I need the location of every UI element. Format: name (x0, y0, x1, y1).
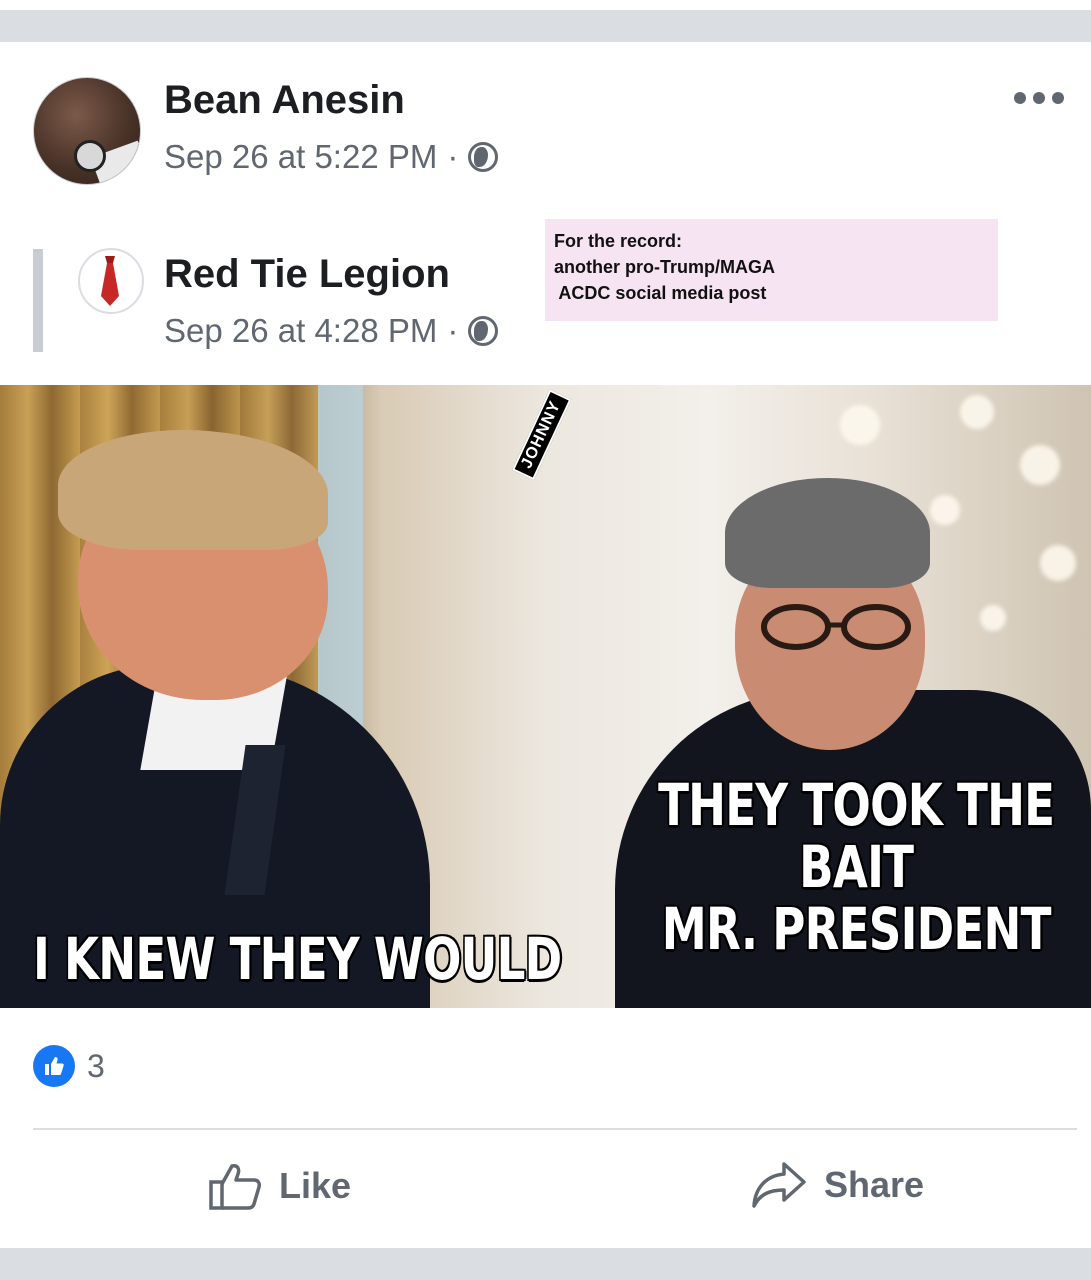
like-label: Like (279, 1165, 352, 1206)
globe-icon (468, 142, 499, 172)
reaction-count: 3 (87, 1047, 105, 1084)
annotation-line-1: For the record: (554, 231, 683, 251)
thumbs-up-icon (209, 1164, 261, 1210)
more-options-icon[interactable] (1014, 86, 1064, 110)
meme-caption-right-line-1: THEY TOOK THE BAIT (658, 771, 1055, 901)
separator-dot: · (447, 138, 459, 175)
page-avatar[interactable] (78, 248, 144, 314)
meme-caption-right: THEY TOOK THE BAIT MR. PRESIDENT (630, 774, 1082, 960)
separator-dot: · (447, 312, 459, 349)
author-name[interactable]: Bean Anesin (164, 78, 405, 123)
post-time-text: Sep 26 at 5:22 PM (164, 138, 438, 175)
annotation-line-3: ACDC social media post (554, 283, 767, 303)
post-timestamp[interactable]: Sep 26 at 5:22 PM · (164, 138, 499, 176)
globe-icon (468, 316, 499, 346)
meme-caption-right-line-2: MR. PRESIDENT (661, 895, 1052, 963)
shared-page-name[interactable]: Red Tie Legion (164, 252, 450, 297)
divider (33, 1128, 1077, 1130)
like-button[interactable]: Like (207, 1160, 351, 1212)
shared-time-text: Sep 26 at 4:28 PM (164, 312, 438, 349)
annotation-note: For the record: another pro-Trump/MAGA A… (545, 219, 998, 321)
like-reaction-icon (33, 1045, 75, 1087)
shared-post-indicator (33, 249, 43, 352)
share-button[interactable]: Share (750, 1160, 924, 1210)
author-avatar[interactable] (33, 77, 141, 185)
share-label: Share (824, 1164, 925, 1205)
meme-caption-left: I KNEW THEY WOULD (33, 925, 562, 993)
reaction-summary[interactable]: 3 (33, 1045, 105, 1087)
top-separator (0, 0, 1091, 42)
shared-post-timestamp[interactable]: Sep 26 at 4:28 PM · (164, 312, 499, 350)
bottom-separator (0, 1248, 1091, 1280)
red-tie-icon (101, 256, 119, 306)
annotation-line-2: another pro-Trump/MAGA (554, 257, 775, 277)
share-arrow-icon (752, 1162, 806, 1208)
